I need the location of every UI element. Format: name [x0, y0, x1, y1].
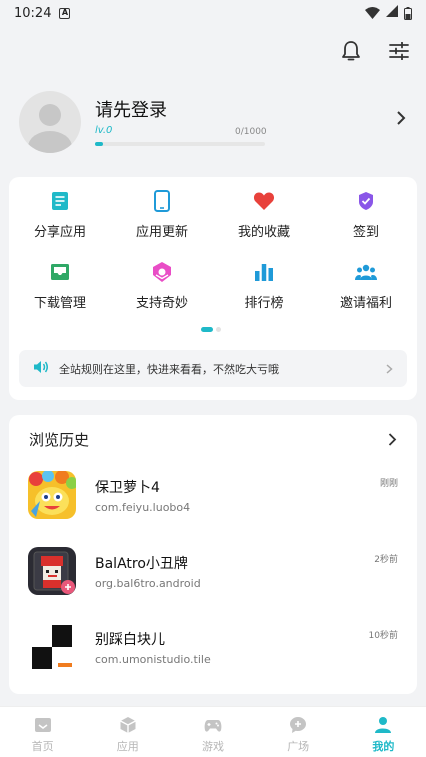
- history-item[interactable]: BalAtro小丑牌 org.bal6tro.android 2秒前: [28, 547, 398, 599]
- grid-label: 我的收藏: [237, 225, 290, 240]
- exp-progress-bar: [95, 142, 265, 146]
- visit-time: 10秒前: [368, 631, 398, 641]
- login-prompt[interactable]: 请先登录: [95, 96, 167, 122]
- chat-plus-icon: [290, 717, 307, 733]
- group-icon: [354, 260, 378, 284]
- status-bar: 10:24 A: [0, 0, 426, 26]
- notice-bar[interactable]: 全站规则在这里，快进来看看，不然吃大亏哦: [19, 350, 407, 387]
- gift-icon: [150, 260, 174, 284]
- nav-mine[interactable]: 我的: [341, 707, 426, 757]
- bottom-navigation: 首页 应用 游戏 广场 我的: [0, 706, 426, 757]
- notice-text: 全站规则在这里，快进来看看，不然吃大亏哦: [59, 362, 279, 376]
- app-package: com.umonistudio.tile: [95, 653, 211, 666]
- page-indicator: [201, 327, 221, 332]
- grid-item-invite[interactable]: 邀请福利: [315, 260, 417, 315]
- browse-history-card: 浏览历史 保卫萝卜4 com.feiyu.luobo4 刚刚 BalAtro小丑…: [9, 415, 417, 694]
- nav-label: 广场: [287, 740, 310, 753]
- level-label: lv.0: [95, 125, 113, 136]
- grid-item-favorites[interactable]: 我的收藏: [213, 189, 315, 244]
- nav-label: 应用: [116, 740, 139, 753]
- gamepad-icon: [204, 720, 222, 732]
- grid-item-checkin[interactable]: 签到: [315, 189, 417, 244]
- cube-icon: [119, 717, 136, 733]
- page-dot: [216, 327, 221, 332]
- status-time: 10:24: [14, 5, 52, 21]
- nav-square[interactable]: 广场: [256, 707, 341, 757]
- grid-item-ranking[interactable]: 排行榜: [213, 260, 315, 315]
- nav-apps[interactable]: 应用: [85, 707, 170, 757]
- bar-chart-icon: [252, 260, 276, 284]
- page-dot-active: [201, 327, 213, 332]
- history-item[interactable]: 保卫萝卜4 com.feiyu.luobo4 刚刚: [28, 471, 398, 523]
- avatar[interactable]: [19, 91, 81, 153]
- grid-label: 下载管理: [33, 296, 86, 311]
- exp-progress-fill: [95, 142, 103, 146]
- history-item[interactable]: 别踩白块儿 com.umonistudio.tile 10秒前: [28, 623, 398, 675]
- quick-actions-card: 分享应用 应用更新 我的收藏 签到 下载管理 支持奇妙 排行榜 邀请福利 全站规…: [9, 177, 417, 400]
- grid-label: 分享应用: [33, 225, 86, 240]
- phone-icon: [150, 189, 174, 213]
- nav-label: 首页: [31, 740, 54, 753]
- app-package: org.bal6tro.android: [95, 577, 201, 590]
- app-package: com.feiyu.luobo4: [95, 501, 191, 514]
- grid-label: 排行榜: [244, 296, 284, 311]
- check-badge-icon: [354, 189, 378, 213]
- top-actions: [338, 38, 412, 64]
- grid-label: 签到: [352, 225, 379, 240]
- speaker-icon: [33, 359, 49, 378]
- grid-item-downloads[interactable]: 下载管理: [9, 260, 111, 315]
- chevron-right-icon: [386, 359, 393, 378]
- exp-counter: 0/1000: [235, 127, 267, 137]
- battery-icon: [404, 6, 412, 20]
- visit-time: 刚刚: [379, 479, 398, 489]
- app-name: 保卫萝卜4: [95, 480, 160, 496]
- chevron-right-icon[interactable]: [396, 110, 406, 129]
- sliders-icon[interactable]: [386, 38, 412, 64]
- share-app-icon: [48, 189, 72, 213]
- grid-label: 支持奇妙: [135, 296, 188, 311]
- app-icon-piano-tiles: [28, 623, 76, 671]
- history-title: 浏览历史: [29, 431, 90, 449]
- visit-time: 2秒前: [374, 555, 398, 565]
- user-icon: [375, 717, 392, 733]
- bell-icon[interactable]: [338, 38, 364, 64]
- profile-header[interactable]: 请先登录 lv.0 0/1000: [0, 88, 426, 158]
- app-name: BalAtro小丑牌: [95, 556, 188, 572]
- app-icon-balatro: [28, 547, 76, 595]
- grid-item-app-update[interactable]: 应用更新: [111, 189, 213, 244]
- grid-label: 邀请福利: [339, 296, 392, 311]
- heart-icon: [252, 189, 276, 213]
- quick-actions-grid: 分享应用 应用更新 我的收藏 签到 下载管理 支持奇妙 排行榜 邀请福利: [9, 189, 417, 315]
- notification-a-icon: A: [59, 7, 71, 19]
- nav-home[interactable]: 首页: [0, 707, 85, 757]
- home-icon: [34, 718, 51, 732]
- grid-label: 应用更新: [135, 225, 188, 240]
- nav-games[interactable]: 游戏: [170, 707, 255, 757]
- app-icon-baoweiluobo: [28, 471, 76, 519]
- grid-item-support[interactable]: 支持奇妙: [111, 260, 213, 315]
- nav-label: 我的: [372, 740, 395, 753]
- grid-item-share-app[interactable]: 分享应用: [9, 189, 111, 244]
- nav-label: 游戏: [201, 740, 224, 753]
- inbox-icon: [48, 260, 72, 284]
- app-name: 别踩白块儿: [95, 632, 165, 648]
- signal-icon: [386, 5, 398, 21]
- chevron-right-icon[interactable]: [388, 431, 397, 450]
- wifi-icon: [365, 7, 380, 19]
